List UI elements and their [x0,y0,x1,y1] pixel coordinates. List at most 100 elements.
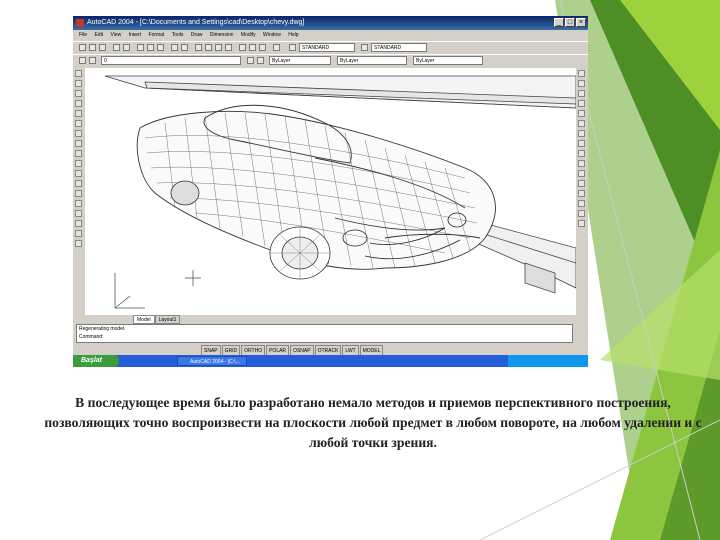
trim-icon[interactable] [578,160,585,167]
pan-icon[interactable] [195,44,202,51]
move-icon[interactable] [578,120,585,127]
text-style-icon [289,44,296,51]
polygon-icon[interactable] [75,100,82,107]
point-icon[interactable] [75,200,82,207]
tool-palettes-icon[interactable] [259,44,266,51]
spline-icon[interactable] [75,150,82,157]
modify-toolbar [576,68,588,323]
multiline-text-icon[interactable] [75,240,82,247]
start-button[interactable]: Başlat [73,355,119,367]
linetype-select[interactable]: ByLayer [337,56,407,65]
menu-help[interactable]: Help [288,32,298,38]
status-bar: SNAP GRID ORTHO POLAR OSNAP OTRACK LWT M… [73,345,588,357]
fillet-icon[interactable] [578,210,585,217]
make-current-icon[interactable] [247,57,254,64]
new-file-icon[interactable] [79,44,86,51]
slide-caption: В последующее время было разработано нем… [44,395,702,450]
stretch-icon[interactable] [578,150,585,157]
hatch-icon[interactable] [75,210,82,217]
autocad-app-icon [76,19,84,27]
open-file-icon[interactable] [89,44,96,51]
menu-insert[interactable]: Insert [129,32,142,38]
tab-model[interactable]: Model [133,315,155,324]
insert-block-icon[interactable] [75,180,82,187]
draw-toolbar [73,68,85,323]
layout-tabs: Model Layout1 [133,315,181,324]
join-icon[interactable] [578,190,585,197]
cut-icon[interactable] [137,44,144,51]
menu-file[interactable]: File [79,32,87,38]
preview-icon[interactable] [123,44,130,51]
menu-format[interactable]: Format [149,32,165,38]
help-icon[interactable] [273,44,280,51]
print-icon[interactable] [113,44,120,51]
autocad-screenshot: AutoCAD 2004 - [C:\Documents and Setting… [73,16,588,367]
command-history: Regenerating model. [79,326,126,332]
layer-previous-icon[interactable] [257,57,264,64]
design-center-icon[interactable] [249,44,256,51]
tab-layout1[interactable]: Layout1 [154,315,181,324]
redo-icon[interactable] [181,44,188,51]
layer-select[interactable]: 0 [101,56,241,65]
menu-bar: File Edit View Insert Format Tools Draw … [73,30,588,40]
command-line[interactable]: Regenerating model. Command: [76,324,573,343]
break-icon[interactable] [578,180,585,187]
scale-icon[interactable] [578,140,585,147]
explode-icon[interactable] [578,220,585,227]
make-block-icon[interactable] [75,190,82,197]
rectangle-icon[interactable] [75,110,82,117]
dim-style-icon [361,44,368,51]
command-prompt[interactable]: Command: [79,333,572,341]
zoom-previous-icon[interactable] [225,44,232,51]
zoom-window-icon[interactable] [215,44,222,51]
zoom-icon[interactable] [205,44,212,51]
layer-state-icon[interactable] [89,57,96,64]
menu-dimension[interactable]: Dimension [210,32,234,38]
arc-icon[interactable] [75,120,82,127]
extend-icon[interactable] [578,170,585,177]
region-icon[interactable] [75,220,82,227]
taskbar-autocad-button[interactable]: AutoCAD 2004 - [C:\... [177,356,247,366]
copy-icon[interactable] [147,44,154,51]
table-icon[interactable] [75,230,82,237]
properties-icon[interactable] [239,44,246,51]
text-style-select[interactable]: STANDARD [299,43,355,52]
construction-line-icon[interactable] [75,80,82,87]
mirror-icon[interactable] [578,90,585,97]
windows-taskbar: Başlat AutoCAD 2004 - [C:\... [73,355,588,367]
close-button[interactable]: × [576,18,586,27]
rotate-icon[interactable] [578,130,585,137]
ellipse-arc-icon[interactable] [75,170,82,177]
undo-icon[interactable] [171,44,178,51]
paste-icon[interactable] [157,44,164,51]
menu-draw[interactable]: Draw [191,32,203,38]
menu-edit[interactable]: Edit [94,32,103,38]
save-icon[interactable] [99,44,106,51]
system-tray [508,355,588,367]
array-icon[interactable] [578,110,585,117]
color-select[interactable]: ByLayer [269,56,331,65]
offset-icon[interactable] [578,100,585,107]
menu-view[interactable]: View [110,32,121,38]
drawing-area[interactable] [85,68,576,315]
copy-object-icon[interactable] [578,80,585,87]
circle-icon[interactable] [75,130,82,137]
menu-window[interactable]: Window [263,32,281,38]
window-title: AutoCAD 2004 - [C:\Documents and Setting… [87,19,305,26]
standard-toolbar: STANDARD STANDARD [73,41,588,54]
ellipse-icon[interactable] [75,160,82,167]
menu-modify[interactable]: Modify [241,32,256,38]
layers-toolbar: 0 ByLayer ByLayer ByLayer [73,54,588,67]
menu-tools[interactable]: Tools [172,32,184,38]
polyline-icon[interactable] [75,90,82,97]
dim-style-select[interactable]: STANDARD [371,43,427,52]
revision-cloud-icon[interactable] [75,140,82,147]
maximize-button[interactable]: □ [565,18,575,27]
window-controls: _ □ × [554,18,586,27]
erase-icon[interactable] [578,70,585,77]
minimize-button[interactable]: _ [554,18,564,27]
lineweight-select[interactable]: ByLayer [413,56,483,65]
layer-manager-icon[interactable] [79,57,86,64]
line-tool-icon[interactable] [75,70,82,77]
chamfer-icon[interactable] [578,200,585,207]
